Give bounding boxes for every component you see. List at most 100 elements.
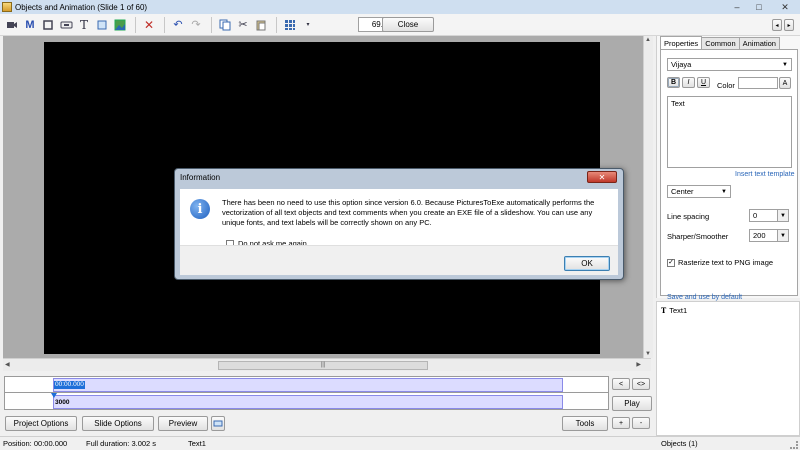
text-content-input[interactable]: Text bbox=[667, 96, 792, 168]
dialog-message: There has been no need to use this optio… bbox=[222, 198, 595, 227]
object-label: Text1 bbox=[669, 306, 688, 315]
screen-icon[interactable] bbox=[211, 416, 225, 431]
toolbar-separator bbox=[211, 16, 212, 33]
play-button[interactable]: Play bbox=[612, 396, 652, 411]
line-spacing-field[interactable]: 0 ▼ bbox=[749, 209, 789, 222]
font-select[interactable]: Vijaya ▼ bbox=[667, 58, 792, 71]
frame-object-icon[interactable] bbox=[40, 17, 56, 33]
dialog-body: i There has been no need to use this opt… bbox=[180, 189, 618, 248]
copy-icon[interactable] bbox=[217, 17, 233, 33]
chevron-down-icon[interactable]: ▼ bbox=[777, 210, 788, 221]
ok-button[interactable]: OK bbox=[564, 256, 610, 271]
timeline[interactable]: 00:00.000 3000 bbox=[4, 376, 609, 410]
mask-object-icon[interactable]: M bbox=[22, 17, 38, 33]
next-slide-button[interactable]: ▸ bbox=[784, 19, 794, 31]
dialog-close-button[interactable]: ✕ bbox=[587, 171, 617, 183]
properties-panel: Properties Common Animation Vijaya ▼ B I… bbox=[656, 36, 800, 301]
bold-button[interactable]: B bbox=[667, 77, 680, 88]
timeline-prev-button[interactable]: < bbox=[612, 378, 630, 390]
timeline-duration-row: 3000 bbox=[5, 394, 608, 410]
tab-properties[interactable]: Properties bbox=[660, 36, 703, 49]
minimize-button[interactable]: – bbox=[726, 0, 748, 14]
toolbar-separator bbox=[135, 16, 136, 33]
rectangle-object-icon[interactable] bbox=[94, 17, 110, 33]
cut-icon[interactable]: ✂ bbox=[235, 17, 251, 33]
grid-icon[interactable] bbox=[282, 17, 298, 33]
project-options-button[interactable]: Project Options bbox=[5, 416, 77, 431]
video-object-icon[interactable] bbox=[4, 17, 20, 33]
sharper-smoother-value: 200 bbox=[753, 231, 766, 240]
status-bar: Position: 00:00.000 Full duration: 3.002… bbox=[0, 436, 800, 450]
chevron-down-icon: ▼ bbox=[721, 188, 727, 195]
preview-button[interactable]: Preview bbox=[158, 416, 208, 431]
text-icon: T bbox=[661, 306, 667, 315]
resize-grip-icon[interactable] bbox=[790, 441, 798, 449]
status-selected-object: Text1 bbox=[188, 439, 206, 448]
horizontal-scrollbar[interactable]: ◀ ||| ▶ bbox=[3, 358, 651, 371]
minus-button[interactable]: - bbox=[632, 417, 650, 429]
chevron-down-icon[interactable]: ▼ bbox=[777, 230, 788, 241]
grid-dropdown-icon[interactable]: ▾ bbox=[300, 17, 316, 33]
undo-icon[interactable]: ↶ bbox=[170, 17, 186, 33]
scroll-up-icon[interactable]: ▲ bbox=[645, 37, 651, 43]
line-spacing-label: Line spacing bbox=[667, 212, 710, 221]
scroll-down-icon[interactable]: ▼ bbox=[645, 351, 651, 357]
slide-options-button[interactable]: Slide Options bbox=[82, 416, 154, 431]
playhead-marker[interactable] bbox=[51, 393, 57, 398]
app-icon bbox=[2, 2, 12, 12]
color-label: Color bbox=[717, 81, 735, 90]
previous-slide-button[interactable]: ◂ bbox=[772, 19, 782, 31]
vertical-scrollbar[interactable]: ▲ ▼ bbox=[643, 36, 653, 358]
timeline-position: 00:00.000 bbox=[54, 381, 85, 389]
toolbar-separator bbox=[276, 16, 277, 33]
text-object-icon[interactable]: T bbox=[76, 17, 92, 33]
redo-icon[interactable]: ↷ bbox=[188, 17, 204, 33]
alignment-value: Center bbox=[671, 187, 694, 196]
list-item[interactable]: T Text1 bbox=[661, 306, 687, 315]
timeline-step-button[interactable]: <> bbox=[632, 378, 650, 390]
window-title: Objects and Animation (Slide 1 of 60) bbox=[15, 2, 148, 12]
italic-button[interactable]: I bbox=[682, 77, 695, 88]
underline-button[interactable]: U bbox=[697, 77, 710, 88]
maximize-button[interactable]: □ bbox=[748, 0, 770, 14]
status-full-duration: Full duration: 3.002 s bbox=[86, 439, 157, 448]
button-object-icon[interactable] bbox=[58, 17, 74, 33]
properties-content: Vijaya ▼ B I U Color A Text Insert text … bbox=[660, 49, 798, 301]
sharper-smoother-field[interactable]: 200 ▼ bbox=[749, 229, 789, 242]
image-object-icon[interactable] bbox=[112, 17, 128, 33]
timeline-position-row: 00:00.000 bbox=[5, 377, 608, 393]
color-field[interactable] bbox=[738, 77, 778, 89]
timeline-bar[interactable] bbox=[53, 395, 563, 409]
checkbox-checked[interactable]: ✓ bbox=[667, 258, 675, 267]
close-button[interactable]: Close bbox=[382, 17, 434, 32]
tab-common[interactable]: Common bbox=[701, 37, 740, 49]
rasterize-label: Rasterize text to PNG image bbox=[678, 258, 774, 267]
info-icon: i bbox=[190, 199, 210, 219]
chevron-down-icon: ▼ bbox=[782, 61, 788, 68]
tab-animation[interactable]: Animation bbox=[738, 37, 780, 49]
alignment-select[interactable]: Center ▼ bbox=[667, 185, 731, 198]
plus-button[interactable]: + bbox=[612, 417, 630, 429]
paste-icon[interactable] bbox=[253, 17, 269, 33]
line-spacing-value: 0 bbox=[753, 211, 758, 220]
delete-icon[interactable]: ✕ bbox=[141, 17, 157, 33]
toolbar-separator bbox=[164, 16, 165, 33]
font-name: Vijaya bbox=[671, 60, 692, 69]
scroll-left-icon[interactable]: ◀ bbox=[5, 361, 10, 368]
timeline-bar[interactable] bbox=[53, 378, 563, 392]
status-objects-count: Objects (1) bbox=[661, 439, 698, 448]
tools-button[interactable]: Tools bbox=[562, 416, 608, 431]
title-bar: Objects and Animation (Slide 1 of 60) – … bbox=[0, 0, 800, 14]
window-controls: – □ ✕ bbox=[726, 0, 800, 14]
rasterize-checkbox[interactable]: ✓ Rasterize text to PNG image bbox=[667, 258, 773, 267]
sharper-smoother-label: Sharper/Smoother bbox=[667, 232, 729, 241]
window-close-button[interactable]: ✕ bbox=[770, 0, 800, 14]
status-position: Position: 00:00.000 bbox=[3, 439, 68, 448]
insert-text-template-link[interactable]: Insert text template bbox=[735, 171, 795, 178]
information-dialog: Information ✕ i There has been no need t… bbox=[174, 168, 624, 280]
save-default-link[interactable]: Save and use by default bbox=[667, 294, 742, 301]
properties-tabs: Properties Common Animation bbox=[657, 36, 800, 49]
scroll-right-icon[interactable]: ▶ bbox=[636, 361, 641, 368]
scrollbar-thumb[interactable]: ||| bbox=[218, 361, 428, 370]
color-picker-button[interactable]: A bbox=[779, 77, 791, 89]
